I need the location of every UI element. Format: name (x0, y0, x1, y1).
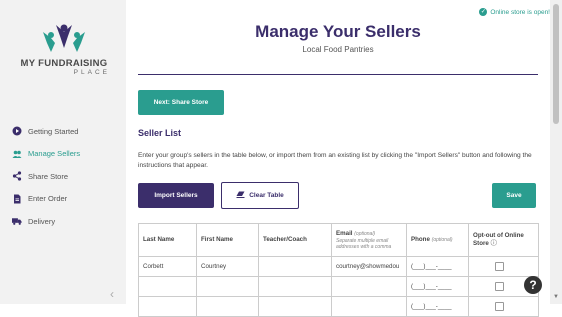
share-icon (12, 171, 22, 181)
help-circle-icon[interactable]: ⓘ (491, 240, 497, 247)
help-button[interactable]: ? (524, 276, 542, 294)
optout-checkbox[interactable] (495, 302, 504, 311)
email-cell[interactable] (331, 296, 407, 317)
document-icon (12, 194, 22, 204)
first-name-cell[interactable] (196, 296, 259, 317)
clear-table-button[interactable]: Clear Table (221, 182, 299, 209)
optout-header-label: Opt-out of Online Store (473, 232, 524, 247)
sidebar-item-label: Getting Started (28, 126, 79, 136)
clear-table-label: Clear Table (249, 192, 284, 199)
table-row: (___)___-____ (138, 296, 539, 317)
eraser-icon (236, 191, 245, 201)
email-optional-label: (optional) (354, 231, 376, 237)
store-status-text: Online store is open! (490, 8, 550, 16)
teacher-cell[interactable] (258, 276, 332, 297)
phone-header-label: Phone (411, 236, 430, 243)
brand-logo[interactable]: MY FUNDRAISING PLACE (8, 22, 120, 76)
scroll-down-arrow-icon[interactable]: ▼ (553, 294, 559, 300)
email-header-label: Email (336, 230, 353, 237)
title-divider (138, 74, 538, 75)
import-sellers-button[interactable]: Import Sellers (138, 183, 214, 208)
sidebar-item-label: Manage Sellers (28, 149, 81, 159)
optout-cell (468, 256, 539, 277)
last-name-cell[interactable] (138, 276, 197, 297)
phone-optional-label: (optional) (431, 237, 453, 243)
optout-checkbox[interactable] (495, 282, 504, 291)
page-subtitle: Local Food Pantries (302, 45, 374, 54)
first-name-cell[interactable] (196, 276, 259, 297)
last-name-cell[interactable]: Corbett (138, 256, 197, 277)
brand-subname: PLACE (73, 69, 110, 76)
brand-name: MY FUNDRAISING (20, 58, 108, 69)
main-content: ✓ Online store is open! Manage Your Sell… (126, 0, 550, 317)
sidebar-item-manage-sellers[interactable]: Manage Sellers (12, 143, 80, 166)
chevron-left-icon[interactable]: ‹ (110, 287, 114, 301)
logo-figures-icon (43, 24, 85, 52)
email-cell[interactable]: courtney@showmedou (331, 256, 407, 277)
instructions-text: Enter your group's sellers in the table … (138, 152, 532, 169)
section-title: Seller List (138, 128, 182, 138)
truck-icon (12, 216, 22, 226)
sidebar-item-label: Delivery (28, 216, 56, 226)
table-header-row: Last Name First Name Teacher/Coach Email… (138, 223, 539, 257)
column-header-optout: Opt-out of Online Store ⓘ (468, 223, 539, 257)
teacher-cell[interactable] (258, 256, 332, 277)
column-header-email: Email (optional) Separate multiple email… (331, 223, 407, 257)
email-note: Separate multiple email addresses with a… (336, 238, 392, 250)
users-icon (12, 149, 22, 159)
scrollbar-thumb[interactable] (553, 4, 559, 124)
sidebar-item-enter-order[interactable]: Enter Order (12, 188, 80, 211)
sidebar: MY FUNDRAISING PLACE Getting Started Man… (0, 0, 126, 304)
sidebar-item-label: Enter Order (28, 194, 68, 204)
email-cell[interactable] (331, 276, 407, 297)
first-name-cell[interactable]: Courtney (196, 256, 259, 277)
optout-checkbox[interactable] (495, 262, 504, 271)
optout-cell (468, 296, 539, 317)
page-scrollbar[interactable]: ▼ (550, 0, 562, 304)
table-row: Corbett Courtney courtney@showmedou (___… (138, 256, 539, 277)
save-button[interactable]: Save (492, 183, 536, 208)
seller-table: Last Name First Name Teacher/Coach Email… (138, 223, 539, 317)
sidebar-nav: Getting Started Manage Sellers Share Sto… (12, 120, 80, 233)
next-share-store-button[interactable]: Next: Share Store (138, 90, 224, 115)
page-title: Manage Your Sellers (255, 22, 421, 41)
sidebar-item-delivery[interactable]: Delivery (12, 210, 80, 233)
column-header-first-name: First Name (196, 223, 259, 257)
sidebar-item-label: Share Store (28, 171, 69, 181)
phone-cell[interactable]: (___)___-____ (406, 256, 469, 277)
column-header-last-name: Last Name (138, 223, 197, 257)
column-header-teacher: Teacher/Coach (258, 223, 332, 257)
column-header-phone: Phone (optional) (406, 223, 469, 257)
sidebar-item-getting-started[interactable]: Getting Started (12, 120, 80, 143)
play-circle-icon (12, 126, 22, 136)
store-status: ✓ Online store is open! (479, 8, 550, 16)
phone-cell[interactable]: (___)___-____ (406, 276, 469, 297)
phone-cell[interactable]: (___)___-____ (406, 296, 469, 317)
teacher-cell[interactable] (258, 296, 332, 317)
last-name-cell[interactable] (138, 296, 197, 317)
table-row: (___)___-____ (138, 276, 539, 297)
sidebar-item-share-store[interactable]: Share Store (12, 165, 80, 188)
check-circle-icon: ✓ (479, 8, 488, 16)
